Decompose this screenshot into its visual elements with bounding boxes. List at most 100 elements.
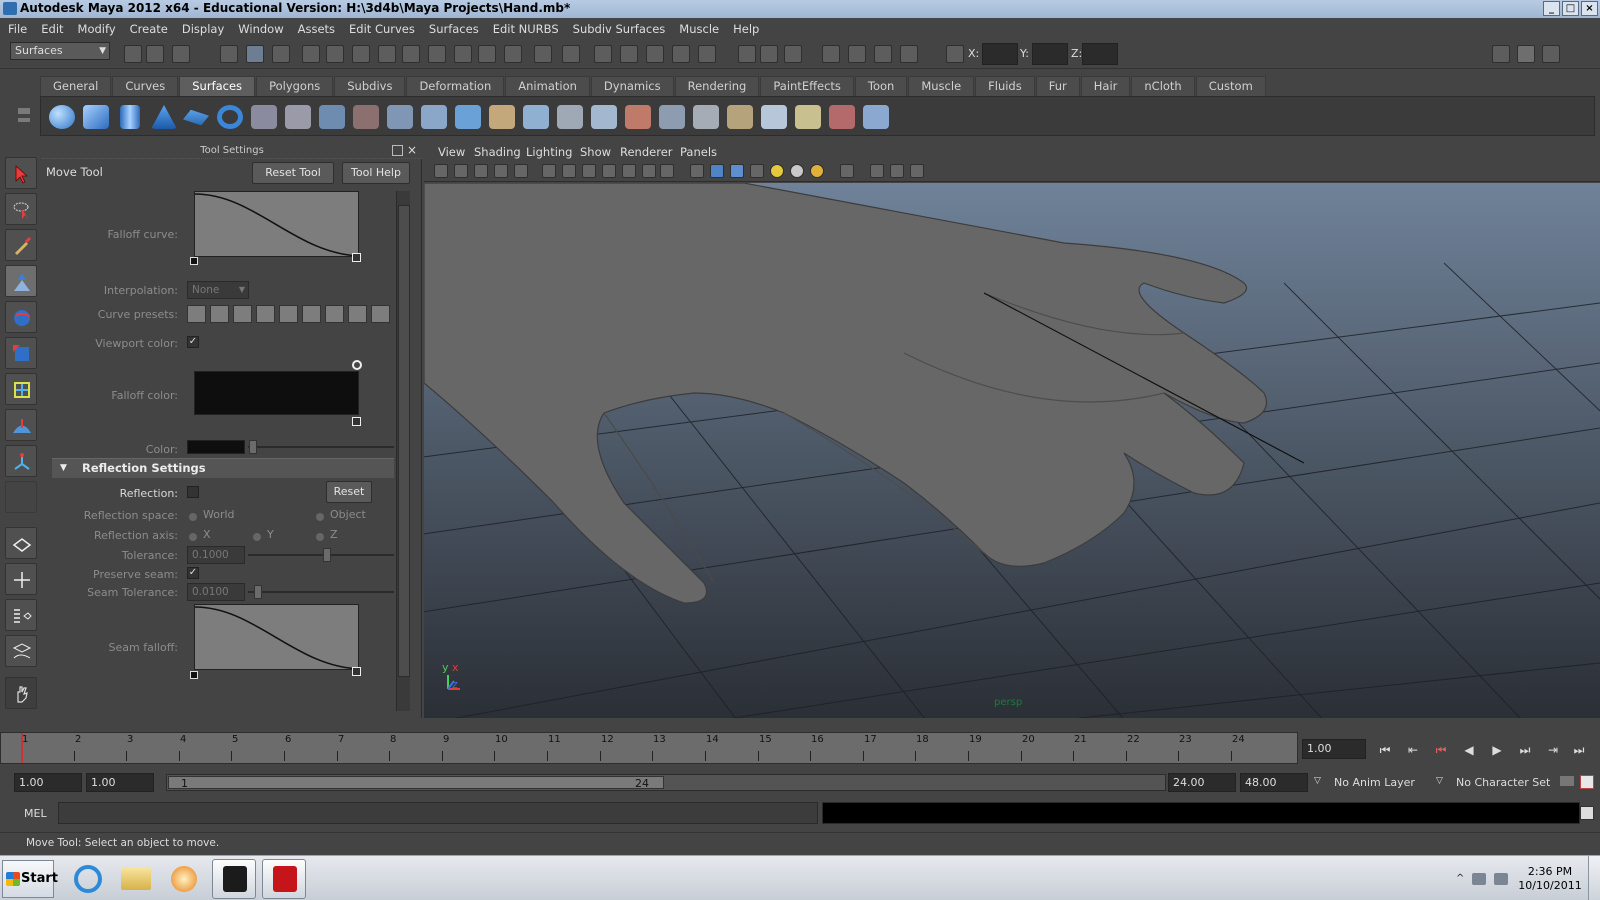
nurbs-torus-icon[interactable] <box>217 105 243 129</box>
project-curve-icon[interactable] <box>455 105 481 129</box>
color-swatch[interactable] <box>187 440 245 454</box>
color-slider-thumb[interactable] <box>249 440 257 454</box>
select-curves-icon[interactable] <box>378 45 396 63</box>
chevron-down-icon[interactable]: ▽ <box>1436 776 1443 786</box>
mel-label[interactable]: MEL <box>24 807 47 820</box>
menu-surfaces[interactable]: Surfaces <box>429 22 479 36</box>
ramp-key-end-icon[interactable] <box>352 417 361 426</box>
show-desktop-button[interactable] <box>1588 856 1600 900</box>
falloff-curve-graph[interactable] <box>194 191 361 257</box>
hand-icon-button[interactable] <box>5 677 37 709</box>
extend-surface-icon[interactable] <box>761 105 787 129</box>
planar-icon[interactable] <box>319 105 345 129</box>
minimize-button[interactable]: _ <box>1543 1 1560 16</box>
network-icon[interactable] <box>1472 873 1486 885</box>
playback-end-input[interactable]: 24.00 <box>1168 773 1236 792</box>
insert-isoparm-icon[interactable] <box>727 105 753 129</box>
chevron-down-icon[interactable]: ▽ <box>1314 776 1321 786</box>
preset-smooth-icon[interactable] <box>210 305 229 323</box>
menu-assets[interactable]: Assets <box>298 22 335 36</box>
intersect-icon[interactable] <box>489 105 515 129</box>
nurbs-sphere-icon[interactable] <box>49 105 75 129</box>
end-time-input[interactable]: 48.00 <box>1240 773 1308 792</box>
shelf-menu-icon[interactable] <box>12 100 34 132</box>
acrobat-taskbar-icon[interactable] <box>262 859 306 899</box>
shelf-tab-muscle[interactable]: Muscle <box>908 76 975 96</box>
play-forwards-icon[interactable]: ▶ <box>1486 742 1508 758</box>
move-tool-button[interactable] <box>5 265 37 297</box>
make-live-icon[interactable] <box>698 45 716 63</box>
nurbs-cylinder-icon[interactable] <box>120 105 140 129</box>
step-back-frame-icon[interactable]: ⇤ <box>1402 742 1424 758</box>
menu-display[interactable]: Display <box>182 22 224 36</box>
step-forward-key-icon[interactable]: ⏭ <box>1514 742 1536 758</box>
curve-key-end-icon[interactable] <box>352 253 361 262</box>
extrude-icon[interactable] <box>353 105 379 129</box>
shadows-icon[interactable] <box>810 164 824 178</box>
color-slider-track[interactable] <box>248 446 394 448</box>
xray-icon[interactable] <box>870 164 884 178</box>
y-input[interactable] <box>1032 43 1068 65</box>
snap-view-plane-icon[interactable] <box>672 45 690 63</box>
menu-edit-curves[interactable]: Edit Curves <box>349 22 415 36</box>
maximize-button[interactable]: □ <box>1562 1 1579 16</box>
wireframe-on-shaded-icon[interactable] <box>730 164 744 178</box>
internet-explorer-icon[interactable] <box>66 859 110 899</box>
revolve-icon[interactable] <box>251 105 277 129</box>
render-settings-icon[interactable] <box>848 45 866 63</box>
play-backwards-icon[interactable]: ◀ <box>1458 742 1480 758</box>
preserve-seam-checkbox[interactable]: ✓ <box>187 567 199 579</box>
select-deformers-icon[interactable] <box>428 45 446 63</box>
attribute-editor-toggle-icon[interactable] <box>1492 45 1510 63</box>
paint-select-tool-button[interactable] <box>5 229 37 261</box>
tolerance-slider-track[interactable] <box>248 554 394 556</box>
mask-dropdown-icon[interactable] <box>302 45 320 63</box>
menu-help[interactable]: Help <box>733 22 759 36</box>
snap-point-icon[interactable] <box>646 45 664 63</box>
range-slider-track[interactable]: 1 24 <box>166 774 1166 791</box>
vertical-scrollbar[interactable] <box>396 191 410 711</box>
layout-outliner-button[interactable] <box>5 599 37 631</box>
scale-tool-button[interactable] <box>5 337 37 369</box>
open-close-icon[interactable] <box>693 105 719 129</box>
system-clock[interactable]: 2:36 PM 10/10/2011 <box>1515 865 1585 893</box>
xray-joints-icon[interactable] <box>890 164 904 178</box>
surface-fillet-icon[interactable] <box>863 105 889 129</box>
shelf-tab-animation[interactable]: Animation <box>505 76 590 96</box>
reflection-axis-z-radio[interactable] <box>316 533 324 541</box>
ipr-render-icon[interactable] <box>822 45 840 63</box>
current-frame-input[interactable]: 1.00 <box>1302 739 1366 759</box>
snap-grid-icon[interactable] <box>594 45 612 63</box>
interpolation-dropdown[interactable]: None ▼ <box>187 281 249 299</box>
universal-manip-button[interactable] <box>5 373 37 405</box>
shelf-tab-surfaces[interactable]: Surfaces <box>179 76 256 96</box>
last-tool-button[interactable] <box>5 481 37 513</box>
preset-step-icon[interactable] <box>325 305 344 323</box>
bevel-plus-icon[interactable] <box>421 105 447 129</box>
bookmarks-icon[interactable] <box>474 164 488 178</box>
start-time-input[interactable]: 1.00 <box>14 773 82 792</box>
menu-window[interactable]: Window <box>238 22 283 36</box>
use-all-lights-icon[interactable] <box>790 164 804 178</box>
go-to-start-icon[interactable]: ⏮ <box>1374 742 1396 758</box>
layout-graph-editor-button[interactable] <box>5 635 37 667</box>
select-component-icon[interactable] <box>272 45 290 63</box>
reflection-space-world-radio[interactable] <box>189 513 197 521</box>
shelf-tab-polygons[interactable]: Polygons <box>256 76 334 96</box>
render-current-icon[interactable] <box>784 45 802 63</box>
camera-attributes-icon[interactable] <box>454 164 468 178</box>
viewport-menu-panels[interactable]: Panels <box>680 145 717 159</box>
viewport-menu-show[interactable]: Show <box>580 145 611 159</box>
preset-bell-icon[interactable] <box>279 305 298 323</box>
select-rendering-icon[interactable] <box>478 45 496 63</box>
shelf-tab-curves[interactable]: Curves <box>112 76 179 96</box>
shelf-tab-deformation[interactable]: Deformation <box>406 76 505 96</box>
select-camera-icon[interactable] <box>434 164 448 178</box>
reflection-space-object-radio[interactable] <box>316 513 324 521</box>
seam-key-start-icon[interactable] <box>190 671 198 679</box>
select-misc-icon[interactable] <box>504 45 522 63</box>
menu-create[interactable]: Create <box>130 22 168 36</box>
close-button[interactable]: × <box>1581 1 1598 16</box>
tool-settings-toggle-icon[interactable] <box>1517 45 1535 63</box>
viewport-menu-renderer[interactable]: Renderer <box>620 145 673 159</box>
